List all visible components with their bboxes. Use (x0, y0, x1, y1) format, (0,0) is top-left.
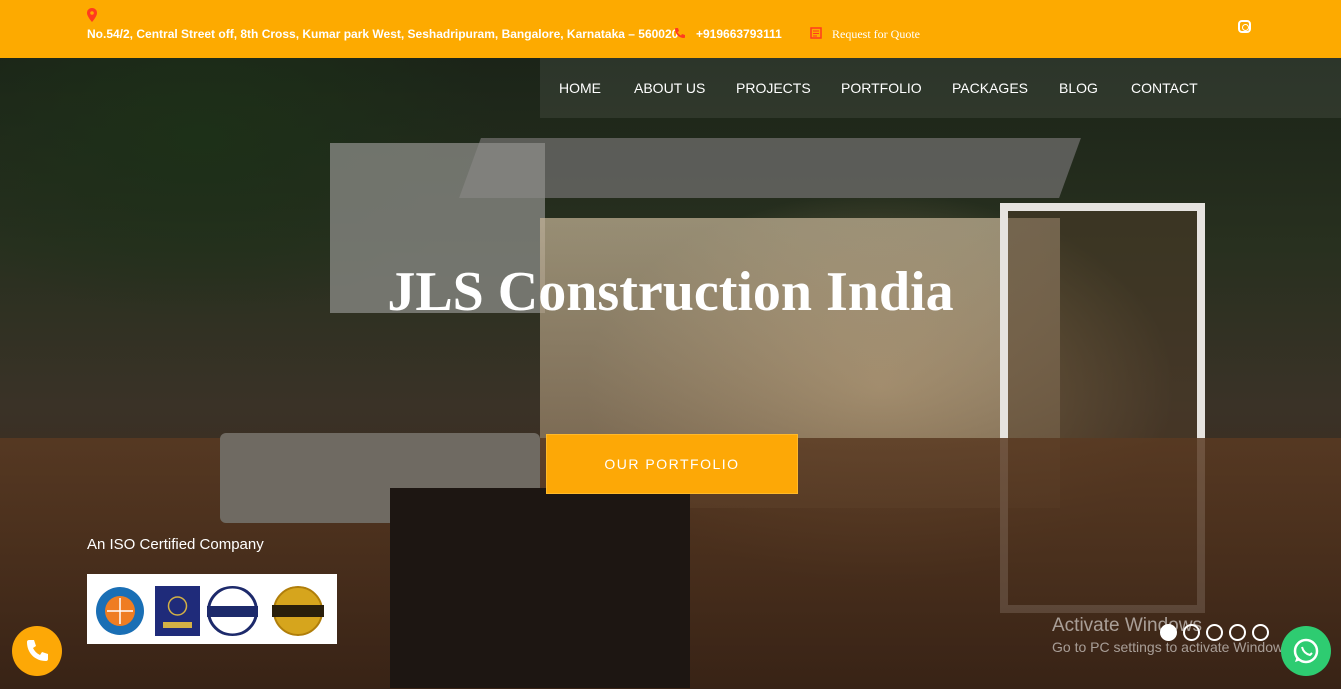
nav-packages[interactable]: PACKAGES (952, 80, 1028, 96)
iso-certified-text: An ISO Certified Company (87, 536, 264, 553)
request-quote-link[interactable]: Request for Quote (832, 27, 920, 42)
nav-portfolio[interactable]: PORTFOLIO (841, 80, 922, 96)
certification-badges (87, 574, 337, 644)
instagram-icon[interactable] (1238, 20, 1251, 33)
phone-link[interactable]: +919663793111 (696, 27, 782, 41)
hero-background-roof (459, 138, 1081, 198)
uasl-badge (155, 586, 200, 636)
call-button[interactable] (12, 626, 62, 676)
activate-windows-watermark: Activate Windows Go to PC settings to ac… (1052, 615, 1294, 655)
nav-home[interactable]: HOME (559, 80, 601, 96)
nav-projects[interactable]: PROJECTS (736, 80, 811, 96)
watermark-line-1: Activate Windows (1052, 615, 1202, 636)
hero-background-bench (390, 488, 690, 688)
nav-about-us[interactable]: ABOUT US (634, 80, 705, 96)
whatsapp-icon (1293, 638, 1319, 664)
phone-icon (675, 28, 685, 38)
address-text: No.54/2, Central Street off, 8th Cross, … (87, 27, 679, 41)
phone-icon (27, 640, 48, 661)
our-portfolio-button[interactable]: OUR PORTFOLIO (546, 434, 798, 494)
nav-blog[interactable]: BLOG (1059, 80, 1098, 96)
watermark-line-2: Go to PC settings to activate Windows. (1052, 639, 1294, 655)
hero-headline: JLS Construction India (387, 261, 954, 323)
certified-badge (207, 586, 258, 636)
quote-icon (810, 27, 822, 39)
quality-control-badge (96, 587, 144, 635)
nav-contact[interactable]: CONTACT (1131, 80, 1198, 96)
top-bar: No.54/2, Central Street off, 8th Cross, … (0, 0, 1341, 58)
whatsapp-button[interactable] (1281, 626, 1331, 676)
iso-9001-badge (272, 586, 324, 636)
main-nav: HOME ABOUT US PROJECTS PORTFOLIO PACKAGE… (0, 58, 1341, 118)
map-pin-icon (87, 8, 97, 22)
